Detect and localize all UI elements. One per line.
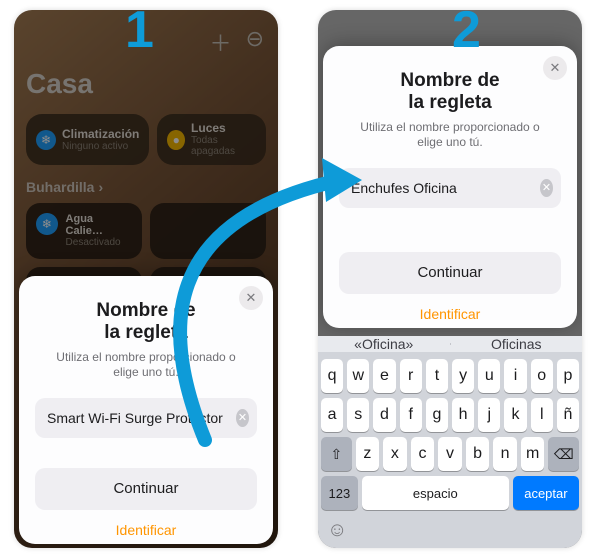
keyboard: «Oficina» Oficinas q w e r t y u i o p a… [318,336,582,548]
key-s[interactable]: s [347,398,369,432]
bulb-icon: ● [167,130,185,150]
sheet-title: Nombre de la regleta [35,300,257,344]
key-d[interactable]: d [373,398,395,432]
screenshot-1: ＋ ⊖ Casa ❄︎ Climatización Ninguno activo… [14,10,278,548]
key-enye[interactable]: ñ [557,398,579,432]
key-r[interactable]: r [400,359,422,393]
key-shift[interactable]: ⇧ [321,437,352,471]
room-header[interactable]: Buhardilla › [26,179,266,195]
key-u[interactable]: u [478,359,500,393]
key-b[interactable]: b [466,437,490,471]
key-c[interactable]: c [411,437,435,471]
identify-link[interactable]: Identificar [339,306,561,322]
step-label-2: 2 [452,0,481,60]
key-a[interactable]: a [321,398,343,432]
key-y[interactable]: y [452,359,474,393]
chip-status: Ninguno activo [62,141,139,152]
keyboard-row-1: q w e r t y u i o p [321,359,579,393]
key-w[interactable]: w [347,359,369,393]
key-o[interactable]: o [531,359,553,393]
clear-icon[interactable]: ✕ [540,179,553,197]
add-icon[interactable]: ＋ [210,26,232,58]
name-accessory-sheet: ✕ Nombre de la regleta Utiliza el nombre… [323,46,577,328]
key-p[interactable]: p [557,359,579,393]
chip-climate[interactable]: ❄︎ Climatización Ninguno activo [26,114,149,165]
key-h[interactable]: h [452,398,474,432]
key-f[interactable]: f [400,398,422,432]
key-space[interactable]: espacio [362,476,509,510]
name-field-wrap[interactable]: ✕ [339,168,561,208]
home-title: Casa [26,68,266,100]
key-k[interactable]: k [504,398,526,432]
close-icon[interactable]: ✕ [543,56,567,80]
key-g[interactable]: g [426,398,448,432]
continue-button[interactable]: Continuar [339,252,561,294]
close-icon[interactable]: ✕ [239,286,263,310]
name-accessory-sheet: ✕ Nombre de la regleta Utiliza el nombre… [19,276,273,544]
tile-name: Agua Calie… [66,213,132,237]
sheet-title: Nombre de la regleta [339,70,561,114]
identify-link[interactable]: Identificar [35,522,257,538]
key-123[interactable]: 123 [321,476,358,510]
emoji-icon[interactable]: ☺ [327,519,347,542]
chip-label: Luces [191,122,256,135]
sheet-title-line2: la regleta [104,322,187,343]
key-accept[interactable]: aceptar [513,476,579,510]
chevron-right-icon: › [98,179,103,195]
key-j[interactable]: j [478,398,500,432]
chip-status: Todas apagadas [191,135,256,157]
key-v[interactable]: v [438,437,462,471]
key-q[interactable]: q [321,359,343,393]
snowflake-icon: ❄︎ [36,130,56,150]
key-m[interactable]: m [521,437,545,471]
tile-status: Desactivado [66,237,132,248]
key-n[interactable]: n [493,437,517,471]
sheet-subtitle: Utiliza el nombre proporcionado o elige … [35,350,257,380]
keyboard-row-3: ⇧ z x c v b n m ⌫ [321,437,579,471]
key-backspace[interactable]: ⌫ [548,437,579,471]
key-i[interactable]: i [504,359,526,393]
key-e[interactable]: e [373,359,395,393]
accessory-tile[interactable]: ❄︎ Agua Calie… Desactivado [26,203,142,259]
clear-icon[interactable]: ✕ [236,409,249,427]
sheet-subtitle: Utiliza el nombre proporcionado o elige … [339,120,561,150]
snowflake-icon: ❄︎ [36,213,58,235]
sheet-title-line1: Nombre de [400,70,499,91]
keyboard-row-fn: 123 espacio aceptar [321,476,579,510]
key-x[interactable]: x [383,437,407,471]
key-z[interactable]: z [356,437,380,471]
chip-label: Climatización [62,128,139,141]
name-input[interactable] [351,180,532,196]
suggestion[interactable]: «Oficina» [318,336,450,352]
key-t[interactable]: t [426,359,448,393]
step-label-1: 1 [125,0,154,60]
name-input[interactable] [47,410,228,426]
continue-button[interactable]: Continuar [35,468,257,510]
chip-lights[interactable]: ● Luces Todas apagadas [157,114,266,165]
keyboard-row-2: a s d f g h j k l ñ [321,398,579,432]
suggestion[interactable]: Oficinas [451,336,583,352]
name-field-wrap[interactable]: ✕ [35,398,257,438]
keyboard-suggestions: «Oficina» Oficinas [318,336,582,352]
more-icon[interactable]: ⊖ [246,26,264,58]
screenshot-2: ✕ Nombre de la regleta Utiliza el nombre… [318,10,582,548]
accessory-tile[interactable] [150,203,266,259]
room-name-label: Buhardilla [26,179,94,195]
sheet-title-line2: la regleta [408,92,491,113]
key-l[interactable]: l [531,398,553,432]
sheet-title-line1: Nombre de [96,300,195,321]
